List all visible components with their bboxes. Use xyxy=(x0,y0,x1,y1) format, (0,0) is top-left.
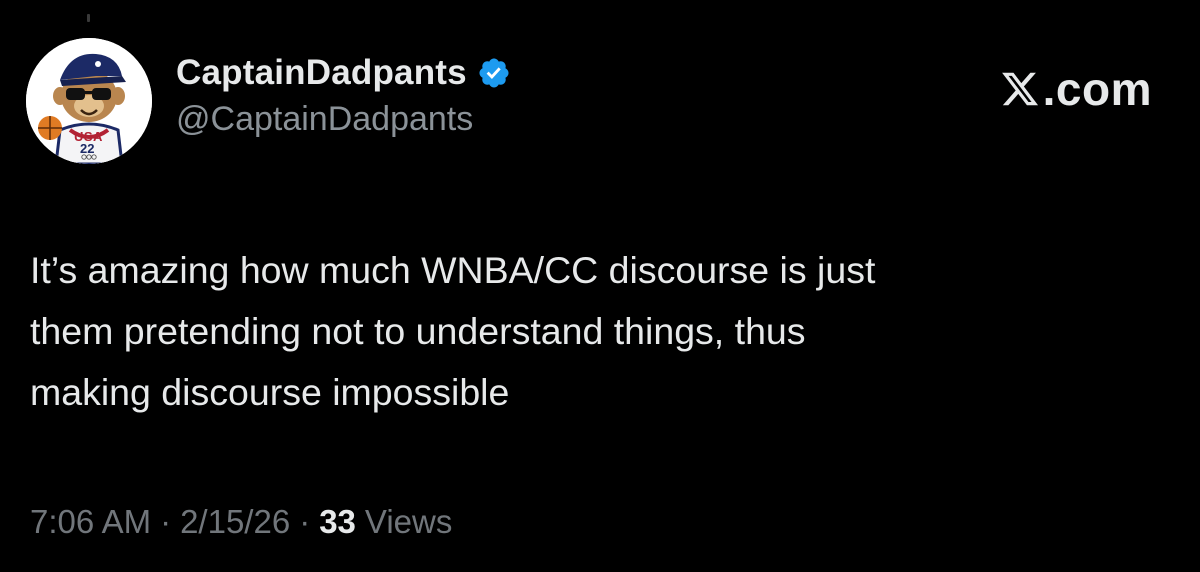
user-handle[interactable]: @CaptainDadpants xyxy=(176,100,511,139)
tweet-text: It’s amazing how much WNBA/CC discourse … xyxy=(30,249,876,413)
display-name[interactable]: CaptainDadpants xyxy=(176,53,467,93)
views-count: 33 xyxy=(319,503,356,540)
verified-badge-icon xyxy=(477,56,511,90)
user-info: CaptainDadpants @CaptainDadpants xyxy=(176,50,511,139)
x-logo-icon xyxy=(999,69,1041,109)
tweet-date[interactable]: 2/15/26 xyxy=(180,503,290,541)
tweet-card: USA 22 CaptainDadpants @CaptainDadpants … xyxy=(0,0,1200,572)
brand-watermark: .com xyxy=(999,62,1152,116)
meta-separator: · xyxy=(160,503,172,540)
meta-separator: · xyxy=(299,503,311,540)
avatar[interactable]: USA 22 xyxy=(26,38,152,164)
name-row: CaptainDadpants xyxy=(176,50,511,96)
top-indicator-mark xyxy=(87,14,90,22)
views-label: Views xyxy=(364,503,453,540)
tweet-meta: 7:06 AM · 2/15/26 · 33 Views xyxy=(30,503,452,541)
brand-domain-text: .com xyxy=(1042,63,1152,115)
avatar-jersey-number: 22 xyxy=(80,141,95,156)
tweet-time[interactable]: 7:06 AM xyxy=(30,503,151,541)
